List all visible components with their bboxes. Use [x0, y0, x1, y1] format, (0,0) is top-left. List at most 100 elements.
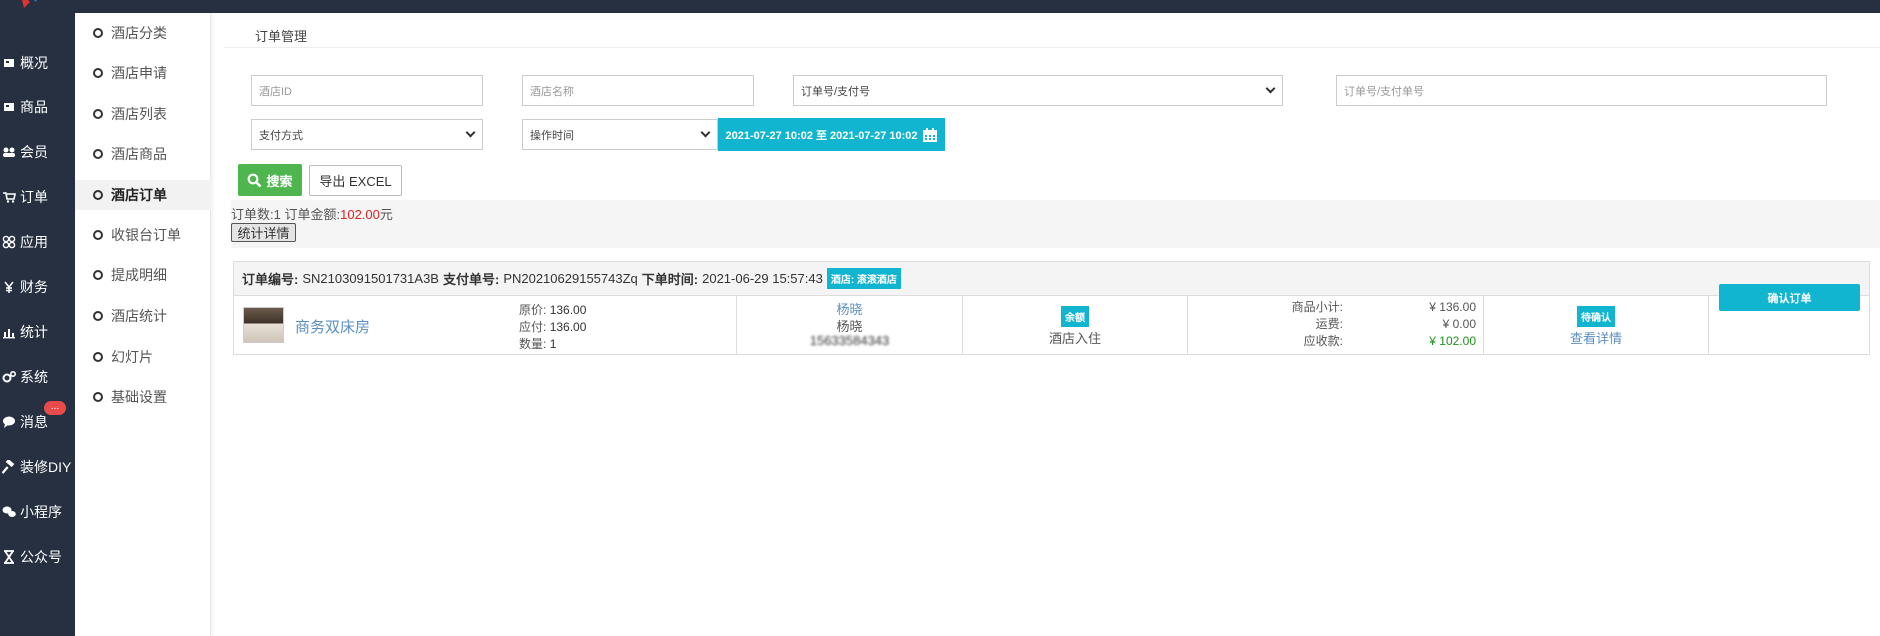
circle-icon — [93, 270, 103, 280]
hourglass-icon — [4, 550, 14, 564]
export-excel-button[interactable]: 导出 EXCEL — [309, 165, 402, 196]
contact-phone-masked: 15633584343 — [809, 333, 890, 348]
view-detail-link[interactable]: 查看详情 — [1484, 328, 1708, 347]
message-count-badge: ... — [44, 401, 66, 415]
hotel-id-input[interactable]: 酒店ID — [251, 75, 483, 106]
comment-icon — [3, 416, 15, 428]
price-block: 原价: 136.00 应付: 136.00 数量: 1 — [519, 302, 586, 353]
yen-icon — [4, 281, 14, 293]
nav-item-apps[interactable]: 应用 — [0, 227, 75, 257]
search-button[interactable]: 搜索 — [238, 164, 302, 196]
nav-item-decoration[interactable]: 装修DIY — [0, 452, 75, 482]
time-type-select[interactable]: 操作时间 — [522, 119, 718, 150]
order-time-label: 下单时间: — [641, 272, 699, 287]
nav-label: 系统 — [20, 369, 48, 385]
orig-price-label: 原价: — [519, 303, 547, 317]
payment-cell: 余额 酒店入住 — [963, 296, 1188, 354]
order-amount-label: 订单金额: — [284, 207, 341, 222]
nav-item-stats[interactable]: 统计 — [0, 317, 75, 347]
submenu-hotel-stats[interactable]: 酒店统计 — [75, 301, 211, 331]
pay-type-wrap: 余额 — [963, 306, 1187, 327]
submenu-hotel-goods[interactable]: 酒店商品 — [75, 139, 211, 169]
chevron-down-icon — [700, 127, 711, 138]
submenu-basic-settings[interactable]: 基础设置 — [75, 382, 211, 412]
goods-icon — [4, 103, 14, 111]
nav-label: 会员 — [20, 144, 48, 160]
shipping-label: 运费: — [1315, 317, 1343, 331]
submenu-label: 酒店分类 — [111, 25, 167, 41]
order-no-input[interactable]: 订单号/支付单号 — [1336, 75, 1827, 106]
page-title: 订单管理 — [255, 29, 308, 44]
chevron-down-icon — [465, 127, 476, 138]
submenu-label: 提成明细 — [111, 267, 167, 283]
select-value: 订单号/支付号 — [801, 85, 871, 98]
buyer-cell: 杨晓 杨晓 15633584343 — [737, 296, 963, 354]
product-name-link[interactable]: 商务双床房 — [295, 316, 370, 337]
apps-icon — [2, 235, 16, 249]
pay-method-select[interactable]: 支付方式 — [251, 119, 483, 150]
nav-label: 消息 — [20, 414, 48, 430]
members-icon — [3, 147, 15, 157]
order-count-value: 1 — [273, 207, 281, 222]
order-no-label: 订单编号: — [242, 272, 299, 287]
nav-label: 统计 — [20, 324, 48, 340]
hotel-name-input[interactable]: 酒店名称 — [522, 75, 754, 106]
delivery-type: 酒店入住 — [1048, 331, 1101, 346]
amount-values: ¥ 136.00 ¥ 0.00 ¥ 102.00 — [1429, 299, 1476, 350]
nav-item-system[interactable]: 系统 — [0, 362, 75, 392]
nav-item-orders[interactable]: 订单 — [0, 182, 75, 212]
submenu-label: 幻灯片 — [111, 349, 153, 365]
circle-icon — [93, 190, 103, 200]
order-type-select[interactable]: 订单号/支付号 — [793, 75, 1283, 106]
cart-icon — [3, 192, 16, 203]
nav-label: 财务 — [20, 279, 48, 295]
calendar-icon — [922, 127, 937, 142]
submenu-slides[interactable]: 幻灯片 — [75, 342, 211, 372]
order-time-value: 2021-06-29 15:57:43 — [702, 271, 823, 286]
nav-item-official-account[interactable]: 公众号 — [0, 542, 75, 572]
submenu-label: 酒店商品 — [111, 146, 167, 162]
submenu-hotel-orders[interactable]: 酒店订单 — [75, 180, 211, 210]
submenu-commission[interactable]: 提成明细 — [75, 260, 211, 290]
order-header: 订单编号: SN2103091501731A3B 支付单号: PN2021062… — [234, 262, 1869, 296]
submenu-hotel-category[interactable]: 酒店分类 — [75, 18, 211, 48]
nav-item-goods[interactable]: 商品 — [0, 92, 75, 122]
bar-chart-icon — [3, 329, 15, 339]
nav-label: 应用 — [20, 234, 48, 250]
room-thumbnail — [243, 307, 284, 343]
order-summary: 订单数:1 订单金额:102.00元 — [231, 200, 1880, 248]
submenu-label: 酒店统计 — [111, 308, 167, 324]
order-count-label: 订单数: — [231, 207, 274, 222]
receivable-value: ¥ 102.00 — [1429, 334, 1476, 348]
pay-price-value: 136.00 — [549, 320, 587, 334]
circle-icon — [93, 68, 103, 78]
date-range-value: 2021-07-27 10:02 至 2021-07-27 10:02 — [725, 129, 918, 142]
submenu-hotel-apply[interactable]: 酒店申请 — [75, 58, 211, 88]
status-tag: 待确认 — [1577, 306, 1615, 327]
nav-item-miniprogram[interactable]: 小程序 — [0, 497, 75, 527]
gears-icon — [2, 371, 16, 383]
pay-type-tag: 余额 — [1061, 306, 1089, 327]
order-no-value: SN2103091501731A3B — [302, 271, 439, 286]
confirm-order-button[interactable]: 确认订单 — [1719, 284, 1860, 311]
circle-icon — [93, 230, 103, 240]
circle-icon — [93, 109, 103, 119]
nav-item-overview[interactable]: 概况 — [0, 48, 75, 78]
receivable-label: 应收款: — [1303, 334, 1343, 348]
placeholder: 酒店名称 — [530, 85, 574, 98]
pay-no-label: 支付单号: — [442, 272, 500, 287]
nav-item-members[interactable]: 会员 — [0, 137, 75, 167]
nav-label: 概况 — [20, 55, 48, 71]
subtotal-value: ¥ 136.00 — [1429, 300, 1476, 314]
stats-detail-button[interactable]: 统计详情 — [231, 223, 296, 242]
submenu-hotel-list[interactable]: 酒店列表 — [75, 99, 211, 129]
submenu-cashier-orders[interactable]: 收银台订单 — [75, 220, 211, 250]
orig-price-value: 136.00 — [549, 303, 587, 317]
product-cell: 商务双床房 原价: 136.00 应付: 136.00 数量: 1 — [234, 296, 737, 354]
date-range-picker[interactable]: 2021-07-27 10:02 至 2021-07-27 10:02 — [718, 118, 945, 151]
nav-item-finance[interactable]: 财务 — [0, 272, 75, 302]
amount-unit: 元 — [379, 207, 393, 222]
chevron-down-icon — [1265, 83, 1276, 94]
select-value: 操作时间 — [530, 129, 574, 142]
nav-label: 小程序 — [20, 504, 62, 520]
